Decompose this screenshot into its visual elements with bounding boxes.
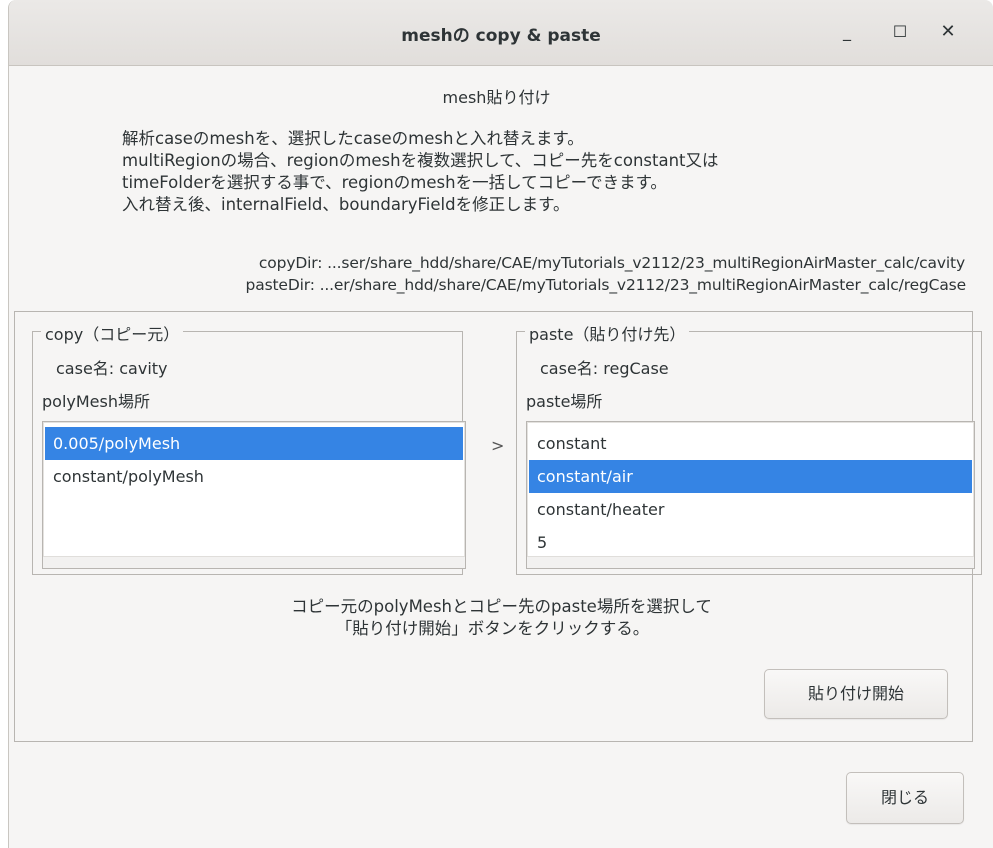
maximize-icon[interactable]: ☐ <box>888 20 912 44</box>
instruction-line: コピー元のpolyMeshとコピー先のpaste場所を選択して <box>291 597 712 616</box>
copy-dir-label: copyDir: ...ser/share_hdd/share/CAE/myTu… <box>258 254 965 272</box>
description: 解析caseのmeshを、選択したcaseのmeshと入れ替えます。 multi… <box>122 128 922 216</box>
start-paste-button[interactable]: 貼り付け開始 <box>764 669 948 719</box>
description-line: multiRegionの場合、regionのmeshを複数選択して、コピー先をc… <box>122 151 719 170</box>
list-scroll-area[interactable] <box>527 556 974 568</box>
list-item[interactable]: 0.005/polyMesh <box>45 427 463 460</box>
list-item[interactable]: constant/heater <box>529 493 972 526</box>
description-line: 入れ替え後、internalField、boundaryFieldを修正します。 <box>122 195 570 214</box>
description-line: 解析caseのmeshを、選択したcaseのmeshと入れ替えます。 <box>122 129 584 148</box>
paste-dir-label: pasteDir: ...er/share_hdd/share/CAE/myTu… <box>245 276 967 294</box>
copy-case-name: case名: cavity <box>56 359 168 378</box>
copy-polymesh-list[interactable]: 0.005/polyMesh constant/polyMesh <box>42 421 466 569</box>
paste-location-list[interactable]: constant constant/air constant/heater 5 <box>526 421 975 569</box>
page-title: mesh貼り付け <box>442 88 551 107</box>
list-item[interactable]: constant/air <box>529 460 972 493</box>
minimize-icon[interactable]: _ <box>835 20 859 44</box>
list-item[interactable]: 5 <box>529 526 972 559</box>
paste-group: paste（貼り付け先） case名: regCase paste場所 cons… <box>516 321 982 575</box>
copy-group-legend: copy（コピー元） <box>41 321 184 345</box>
close-button[interactable]: 閉じる <box>846 772 964 824</box>
description-line: timeFolderを選択する事で、regionのmeshを一括してコピーできま… <box>122 173 667 192</box>
instruction-line: 「貼り付け開始」ボタンをクリックする。 <box>335 619 650 638</box>
copy-group: copy（コピー元） case名: cavity polyMesh場所 0.00… <box>32 321 466 575</box>
paste-case-name: case名: regCase <box>540 359 669 378</box>
paste-group-legend: paste（貼り付け先） <box>525 321 690 345</box>
list-item[interactable]: constant <box>529 427 972 460</box>
title-bar[interactable]: meshの copy & paste _ ☐ ✕ <box>9 0 993 66</box>
arrow-label: > <box>491 436 505 455</box>
list-scroll-area[interactable] <box>43 556 465 568</box>
copy-location-label: polyMesh場所 <box>42 392 150 411</box>
paste-location-label: paste場所 <box>526 392 603 411</box>
list-item[interactable]: constant/polyMesh <box>45 460 463 493</box>
close-icon[interactable]: ✕ <box>936 20 960 44</box>
